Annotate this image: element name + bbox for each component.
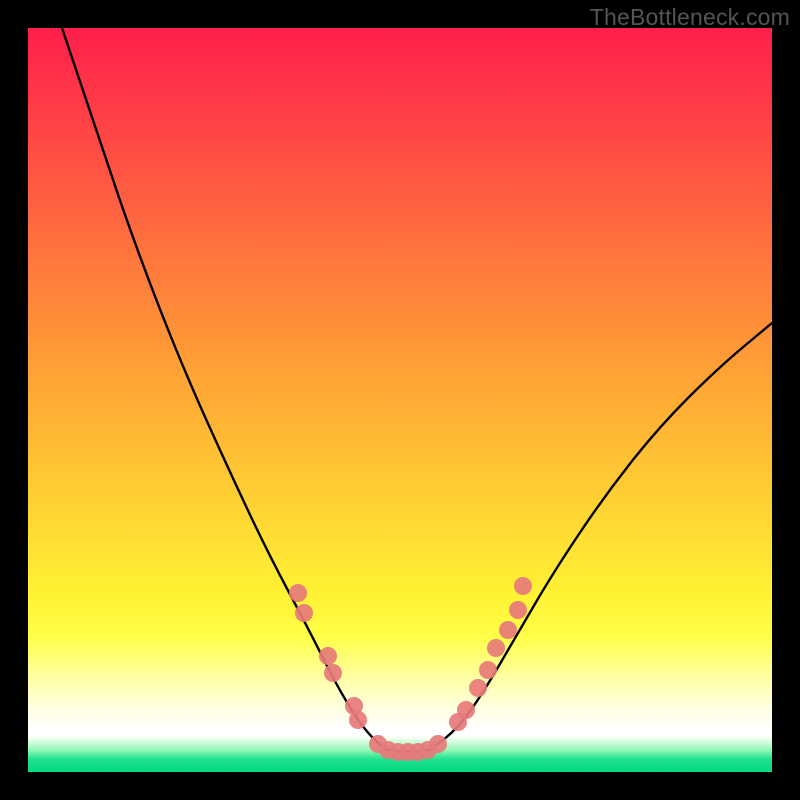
curve-marker: [289, 584, 307, 602]
bottleneck-curve: [62, 28, 772, 752]
curve-marker: [509, 601, 527, 619]
curve-marker: [487, 639, 505, 657]
watermark-text: TheBottleneck.com: [590, 4, 790, 31]
curve-marker: [429, 735, 447, 753]
curve-marker: [319, 647, 337, 665]
curve-marker: [295, 604, 313, 622]
plot-area: [28, 28, 772, 772]
bottleneck-curve-svg: [28, 28, 772, 772]
curve-marker: [469, 679, 487, 697]
curve-marker: [324, 664, 342, 682]
curve-markers: [289, 577, 532, 761]
curve-marker: [349, 711, 367, 729]
curve-marker: [499, 621, 517, 639]
curve-marker: [457, 701, 475, 719]
curve-marker: [514, 577, 532, 595]
curve-marker: [479, 661, 497, 679]
outer-frame: TheBottleneck.com: [0, 0, 800, 800]
